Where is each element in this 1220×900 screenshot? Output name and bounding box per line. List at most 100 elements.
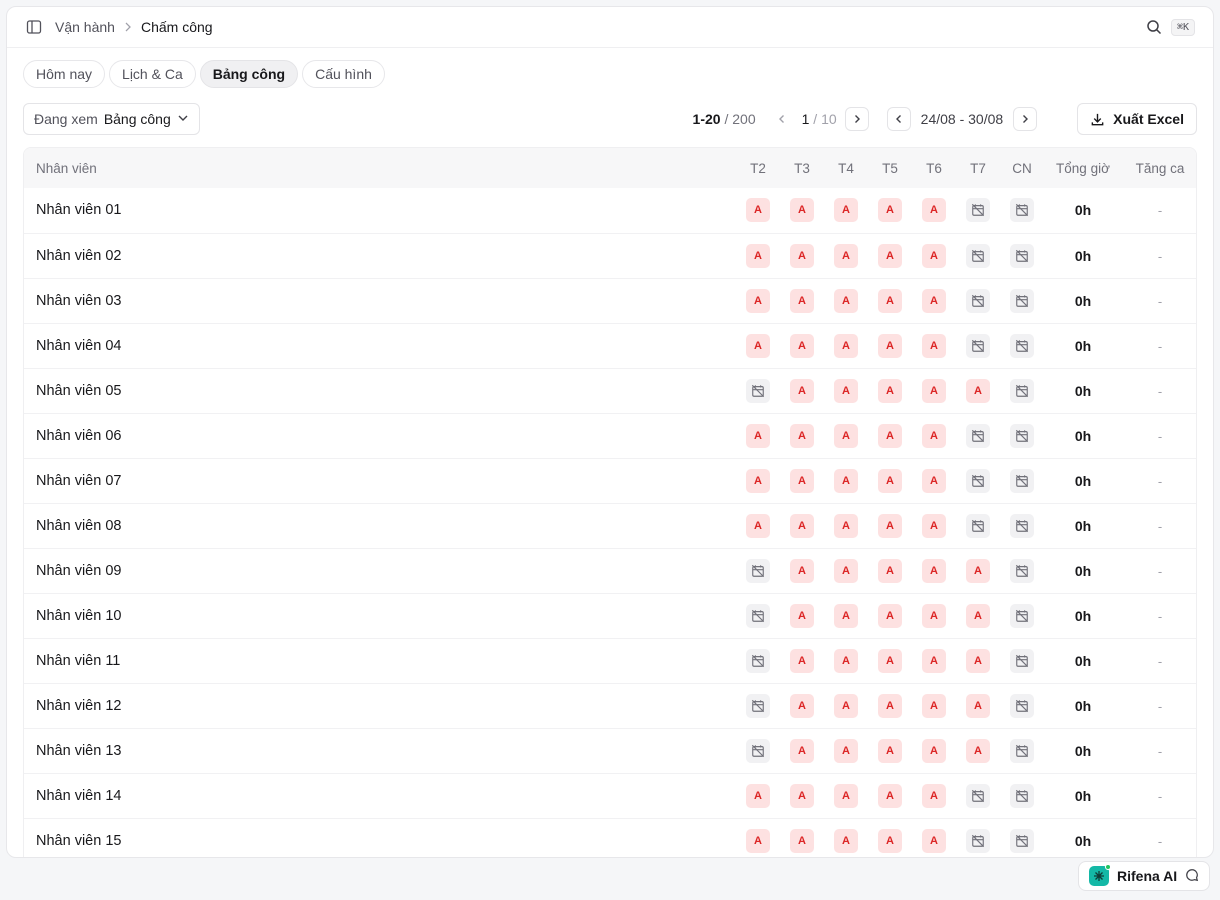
- day-cell[interactable]: A: [780, 277, 824, 323]
- day-cell[interactable]: [956, 412, 1000, 458]
- day-cell[interactable]: A: [868, 188, 912, 233]
- table-row[interactable]: Nhân viên 10 A A A A A 0h -: [24, 592, 1196, 638]
- day-cell[interactable]: A: [780, 322, 824, 368]
- day-cell[interactable]: [956, 322, 1000, 368]
- table-row[interactable]: Nhân viên 14 A A A A A 0h -: [24, 772, 1196, 818]
- day-cell[interactable]: A: [868, 817, 912, 857]
- day-cell[interactable]: A: [736, 188, 780, 233]
- prev-page-button[interactable]: [770, 107, 794, 131]
- day-cell[interactable]: A: [780, 592, 824, 638]
- day-cell[interactable]: [1000, 772, 1044, 818]
- day-cell[interactable]: A: [824, 412, 868, 458]
- day-cell[interactable]: A: [736, 502, 780, 548]
- day-cell[interactable]: A: [912, 772, 956, 818]
- day-cell[interactable]: [1000, 592, 1044, 638]
- day-cell[interactable]: A: [780, 367, 824, 413]
- day-cell[interactable]: [956, 277, 1000, 323]
- day-cell[interactable]: [956, 502, 1000, 548]
- day-cell[interactable]: A: [912, 322, 956, 368]
- day-cell[interactable]: [1000, 322, 1044, 368]
- day-cell[interactable]: A: [868, 367, 912, 413]
- table-row[interactable]: Nhân viên 11 A A A A A 0h -: [24, 637, 1196, 683]
- day-cell[interactable]: A: [824, 547, 868, 593]
- day-cell[interactable]: A: [956, 727, 1000, 773]
- day-cell[interactable]: A: [824, 592, 868, 638]
- tab-3[interactable]: Cấu hình: [302, 60, 385, 88]
- day-cell[interactable]: A: [868, 592, 912, 638]
- day-cell[interactable]: A: [780, 188, 824, 233]
- day-cell[interactable]: A: [912, 232, 956, 278]
- day-cell[interactable]: A: [780, 547, 824, 593]
- day-cell[interactable]: A: [780, 727, 824, 773]
- table-row[interactable]: Nhân viên 06 A A A A A 0h -: [24, 412, 1196, 458]
- table-row[interactable]: Nhân viên 05 A A A A A 0h -: [24, 367, 1196, 413]
- day-cell[interactable]: A: [868, 727, 912, 773]
- rifena-ai-button[interactable]: Rifena AI: [1078, 861, 1211, 891]
- day-cell[interactable]: A: [868, 772, 912, 818]
- day-cell[interactable]: [956, 817, 1000, 857]
- day-cell[interactable]: [1000, 412, 1044, 458]
- day-cell[interactable]: A: [868, 232, 912, 278]
- day-cell[interactable]: A: [824, 322, 868, 368]
- day-cell[interactable]: A: [780, 457, 824, 503]
- day-cell[interactable]: A: [824, 817, 868, 857]
- day-cell[interactable]: [1000, 502, 1044, 548]
- day-cell[interactable]: A: [780, 682, 824, 728]
- table-row[interactable]: Nhân viên 15 A A A A A 0h -: [24, 817, 1196, 857]
- next-week-button[interactable]: [1013, 107, 1038, 131]
- day-cell[interactable]: A: [956, 367, 1000, 413]
- day-cell[interactable]: A: [736, 412, 780, 458]
- day-cell[interactable]: A: [736, 232, 780, 278]
- day-cell[interactable]: A: [912, 637, 956, 683]
- day-cell[interactable]: A: [912, 457, 956, 503]
- day-cell[interactable]: A: [824, 502, 868, 548]
- day-cell[interactable]: A: [824, 727, 868, 773]
- day-cell[interactable]: [1000, 367, 1044, 413]
- day-cell[interactable]: [1000, 637, 1044, 683]
- day-cell[interactable]: A: [824, 457, 868, 503]
- day-cell[interactable]: [736, 727, 780, 773]
- day-cell[interactable]: A: [736, 277, 780, 323]
- table-row[interactable]: Nhân viên 09 A A A A A 0h -: [24, 547, 1196, 593]
- table-row[interactable]: Nhân viên 01 A A A A A 0h -: [24, 188, 1196, 233]
- day-cell[interactable]: A: [912, 592, 956, 638]
- day-cell[interactable]: [1000, 547, 1044, 593]
- day-cell[interactable]: A: [868, 547, 912, 593]
- day-cell[interactable]: A: [780, 502, 824, 548]
- prev-week-button[interactable]: [886, 107, 911, 131]
- day-cell[interactable]: A: [912, 188, 956, 233]
- day-cell[interactable]: A: [868, 277, 912, 323]
- next-page-button[interactable]: [844, 107, 869, 131]
- day-cell[interactable]: [1000, 232, 1044, 278]
- day-cell[interactable]: A: [912, 502, 956, 548]
- table-row[interactable]: Nhân viên 13 A A A A A 0h -: [24, 727, 1196, 773]
- day-cell[interactable]: [736, 547, 780, 593]
- day-cell[interactable]: A: [736, 457, 780, 503]
- day-cell[interactable]: A: [824, 637, 868, 683]
- day-cell[interactable]: A: [868, 412, 912, 458]
- day-cell[interactable]: [1000, 457, 1044, 503]
- search-icon[interactable]: [1145, 18, 1163, 36]
- day-cell[interactable]: A: [780, 817, 824, 857]
- day-cell[interactable]: A: [780, 637, 824, 683]
- day-cell[interactable]: A: [868, 682, 912, 728]
- day-cell[interactable]: [1000, 277, 1044, 323]
- day-cell[interactable]: A: [736, 817, 780, 857]
- table-row[interactable]: Nhân viên 12 A A A A A 0h -: [24, 682, 1196, 728]
- sidebar-toggle-icon[interactable]: [25, 18, 43, 36]
- day-cell[interactable]: A: [956, 637, 1000, 683]
- tab-2[interactable]: Bảng công: [199, 60, 299, 88]
- day-cell[interactable]: A: [868, 457, 912, 503]
- tab-1[interactable]: Lịch & Ca: [109, 60, 196, 88]
- day-cell[interactable]: [1000, 727, 1044, 773]
- view-select[interactable]: Đang xem Bảng công: [23, 103, 200, 135]
- day-cell[interactable]: A: [912, 817, 956, 857]
- day-cell[interactable]: [1000, 188, 1044, 233]
- table-row[interactable]: Nhân viên 02 A A A A A 0h -: [24, 232, 1196, 278]
- table-row[interactable]: Nhân viên 03 A A A A A 0h -: [24, 277, 1196, 323]
- day-cell[interactable]: A: [956, 682, 1000, 728]
- export-excel-button[interactable]: Xuất Excel: [1077, 103, 1197, 135]
- table-row[interactable]: Nhân viên 04 A A A A A 0h -: [24, 322, 1196, 368]
- day-cell[interactable]: [956, 188, 1000, 233]
- day-cell[interactable]: [956, 457, 1000, 503]
